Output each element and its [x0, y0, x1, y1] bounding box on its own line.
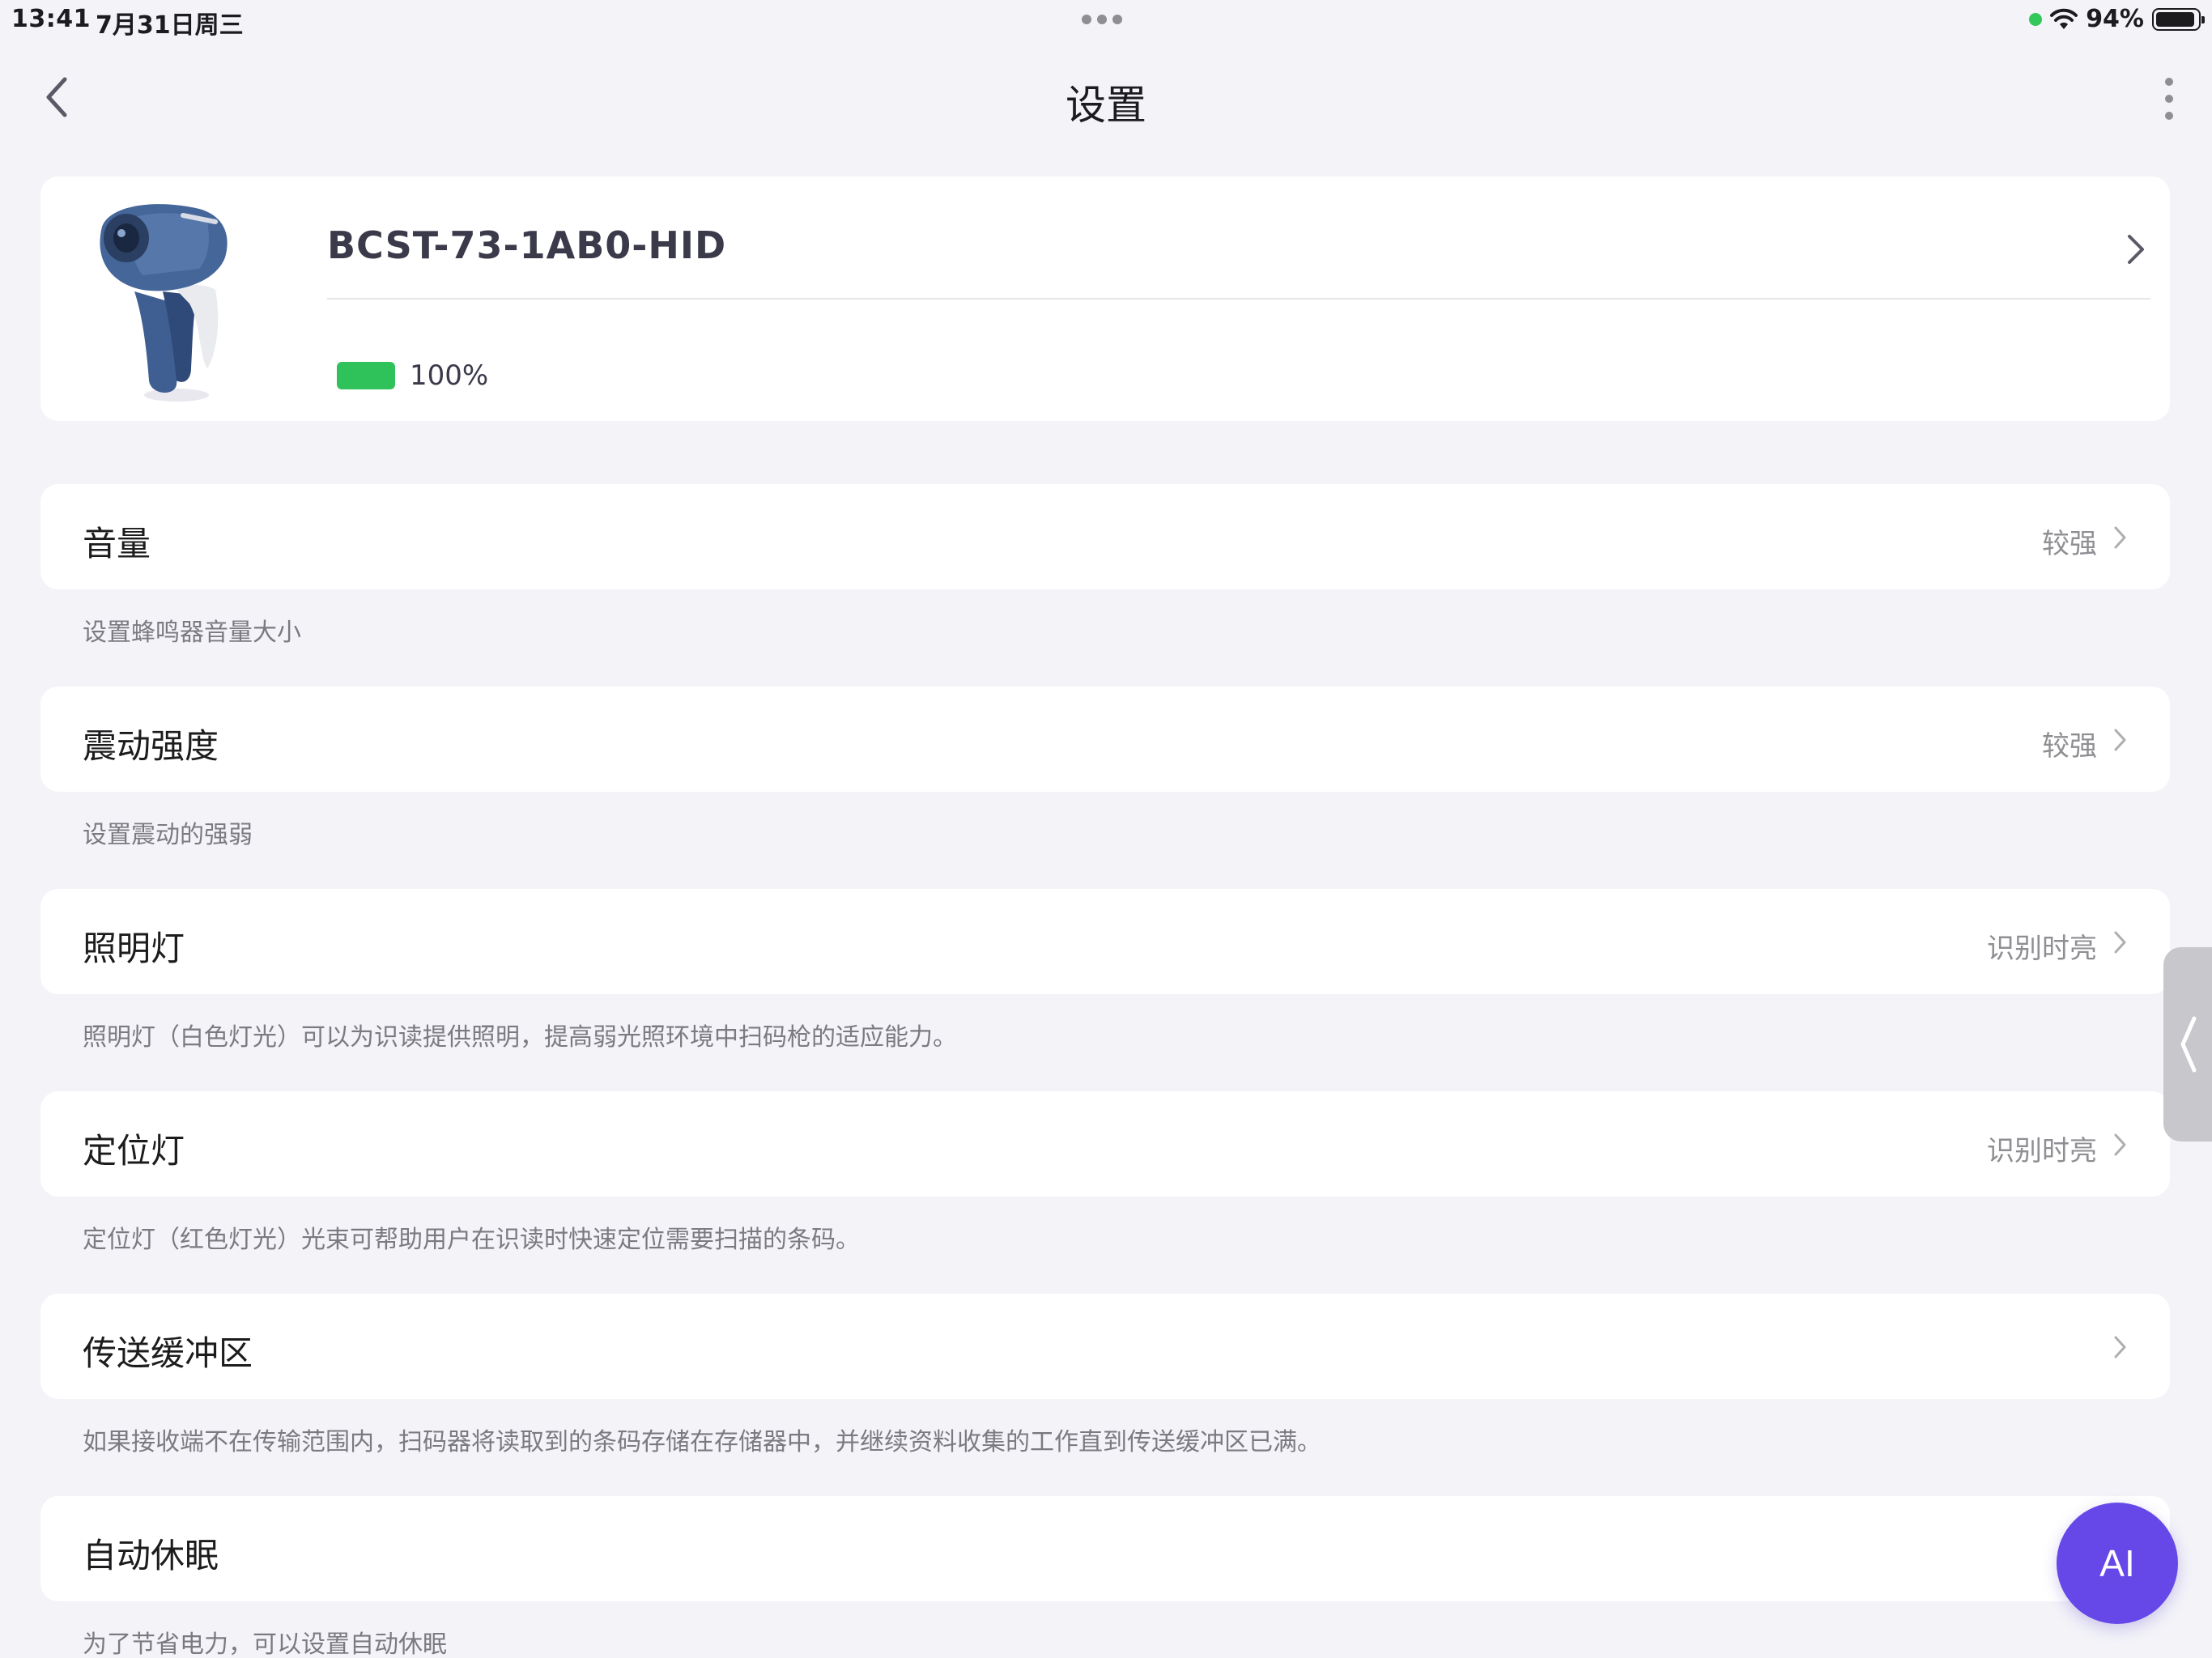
status-date: 7月31日周三	[96, 11, 244, 40]
battery-icon	[337, 362, 395, 389]
navigation-bar: 设置	[0, 57, 2212, 138]
setting-description: 照明灯（白色灯光）可以为识读提供照明，提高弱光照环境中扫码枪的适应能力。	[83, 1023, 957, 1052]
status-time: 13:41	[11, 5, 91, 33]
barcode-scanner-image	[100, 204, 228, 402]
battery-icon	[2152, 7, 2205, 31]
status-indicators: 94%	[2029, 5, 2205, 33]
page-title: 设置	[1066, 82, 1146, 129]
divider	[327, 298, 2150, 300]
setting-description: 设置震动的强弱	[83, 821, 253, 849]
setting-label: 震动强度	[83, 726, 219, 766]
device-battery: 100%	[337, 359, 488, 392]
chevron-right-icon	[2114, 1133, 2126, 1156]
setting-value: 较强	[2042, 730, 2097, 763]
status-bar: 13:41 7月31日周三 94%	[0, 0, 2212, 40]
device-name: BCST-73-1AB0-HID	[327, 223, 727, 267]
setting-description: 设置蜂鸣器音量大小	[83, 619, 301, 647]
chevron-right-icon	[2128, 235, 2144, 264]
setting-description: 定位灯（红色灯光）光束可帮助用户在识读时快速定位需要扫描的条码。	[83, 1226, 860, 1254]
chevron-right-icon	[2114, 1336, 2126, 1358]
setting-value: 识别时亮	[1987, 933, 2097, 965]
setting-value: 较强	[2042, 528, 2097, 560]
battery-level-fill	[2156, 11, 2194, 27]
setting-label: 音量	[83, 524, 151, 563]
more-button[interactable]	[2157, 78, 2181, 120]
setting-label: 定位灯	[83, 1131, 185, 1171]
battery-percent: 94%	[2086, 5, 2144, 33]
setting-value: 识别时亮	[1987, 1135, 2097, 1167]
setting-label: 传送缓冲区	[83, 1333, 253, 1373]
setting-label: 自动休眠	[83, 1536, 219, 1575]
setting-row-vibration[interactable]: 震动强度 较强	[40, 687, 2170, 792]
settings-page: 13:41 7月31日周三 94% 设置 BCST-73-1AB0-HID 10…	[0, 0, 2212, 1658]
camera-indicator-icon	[2029, 12, 2043, 26]
battery-percentage: 100%	[410, 359, 489, 392]
multitasking-dots-icon[interactable]	[1082, 15, 1122, 24]
wifi-icon	[2050, 8, 2078, 29]
chevron-right-icon	[2114, 729, 2126, 751]
setting-row-auto-sleep[interactable]: 自动休眠 打	[40, 1496, 2170, 1601]
chevron-left-icon	[2180, 1016, 2197, 1073]
chevron-right-icon	[2114, 526, 2126, 549]
ai-assistant-button[interactable]: AI	[2057, 1503, 2178, 1624]
battery-level-fill	[337, 362, 395, 389]
setting-description: 如果接收端不在传输范围内，扫码器将读取到的条码存储在存储器中，并继续资料收集的工…	[83, 1428, 1321, 1456]
setting-label: 照明灯	[83, 929, 185, 968]
setting-row-transmit-buffer[interactable]: 传送缓冲区	[40, 1294, 2170, 1399]
more-vertical-icon	[2165, 78, 2173, 86]
chevron-right-icon	[2114, 931, 2126, 954]
setting-row-illumination[interactable]: 照明灯 识别时亮	[40, 889, 2170, 994]
side-panel-handle[interactable]	[2163, 947, 2212, 1141]
setting-row-volume[interactable]: 音量 较强	[40, 484, 2170, 589]
device-card[interactable]: BCST-73-1AB0-HID 100%	[40, 176, 2170, 421]
setting-description: 为了节省电力，可以设置自动休眠	[83, 1630, 447, 1658]
setting-row-aiming-light[interactable]: 定位灯 识别时亮	[40, 1091, 2170, 1197]
